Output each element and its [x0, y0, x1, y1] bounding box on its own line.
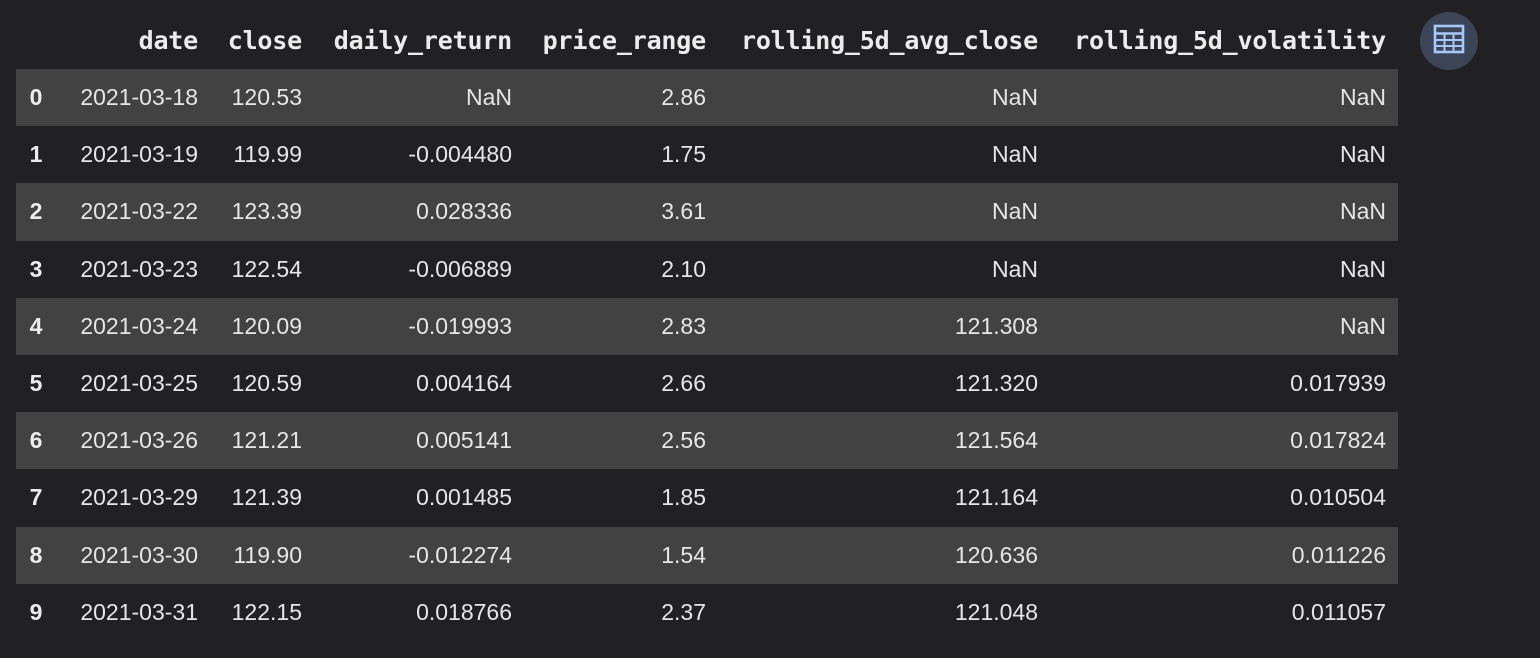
- cell-price-range: 2.66: [661, 370, 706, 397]
- cell-price-range: 1.75: [661, 141, 706, 168]
- cell-date: 2021-03-29: [80, 484, 198, 511]
- cell-rolling-5d-avg-close: 121.308: [954, 312, 1038, 339]
- cell-close: 122.15: [231, 598, 302, 625]
- cell-rolling-5d-volatility: NaN: [1339, 198, 1386, 225]
- cell-daily-return: 0.005141: [416, 427, 512, 454]
- cell-price-range: 1.54: [661, 541, 706, 568]
- cell-close: 123.39: [231, 198, 302, 225]
- table-grid-icon: [1432, 22, 1466, 61]
- cell-rolling-5d-volatility: 0.011226: [1291, 541, 1386, 568]
- cell-date: 2021-03-22: [80, 198, 198, 225]
- table-header: date close daily_return price_range roll…: [16, 12, 1398, 69]
- cell-rolling-5d-avg-close: NaN: [991, 198, 1038, 225]
- row-index: 3: [29, 255, 43, 282]
- row-index: 2: [29, 198, 43, 225]
- table-row: 0 2021-03-18 120.53 NaN 2.86 NaN NaN: [16, 69, 1398, 127]
- cell-rolling-5d-volatility: 0.011057: [1291, 598, 1386, 625]
- cell-close: 120.59: [231, 370, 302, 397]
- cell-close: 120.09: [231, 312, 302, 339]
- cell-rolling-5d-volatility: NaN: [1339, 312, 1386, 339]
- cell-daily-return: -0.006889: [408, 255, 512, 282]
- row-index: 6: [29, 427, 43, 454]
- cell-daily-return: -0.012274: [408, 541, 512, 568]
- cell-price-range: 2.10: [661, 255, 706, 282]
- cell-daily-return: 0.028336: [416, 198, 512, 225]
- cell-price-range: 2.83: [661, 312, 706, 339]
- cell-rolling-5d-avg-close: NaN: [991, 84, 1038, 111]
- index-header: [16, 12, 56, 69]
- table-row: 8 2021-03-30 119.90 -0.012274 1.54 120.636 0.0…: [16, 526, 1398, 584]
- table-view-button[interactable]: [1420, 12, 1478, 70]
- cell-daily-return: NaN: [465, 84, 512, 111]
- cell-rolling-5d-volatility: NaN: [1339, 84, 1386, 111]
- cell-daily-return: 0.018766: [416, 598, 512, 625]
- cell-rolling-5d-avg-close: 121.048: [954, 598, 1038, 625]
- row-index: 0: [29, 84, 43, 111]
- header-row: date close daily_return price_range roll…: [16, 12, 1398, 69]
- cell-price-range: 3.61: [661, 198, 706, 225]
- cell-date: 2021-03-18: [80, 84, 198, 111]
- cell-rolling-5d-avg-close: 121.320: [954, 370, 1038, 397]
- table-row: 9 2021-03-31 122.15 0.018766 2.37 121.048 0.01…: [16, 584, 1398, 641]
- cell-date: 2021-03-23: [80, 255, 198, 282]
- row-index: 4: [29, 312, 43, 339]
- cell-rolling-5d-avg-close: 120.636: [954, 541, 1038, 568]
- cell-date: 2021-03-25: [80, 370, 198, 397]
- cell-date: 2021-03-26: [80, 427, 198, 454]
- cell-daily-return: -0.019993: [408, 312, 512, 339]
- row-index: 5: [29, 370, 43, 397]
- cell-close: 119.99: [233, 141, 302, 168]
- table-body: 0 2021-03-18 120.53 NaN 2.86 NaN NaN 1 2021-03-1…: [16, 69, 1398, 641]
- table-row: 7 2021-03-29 121.39 0.001485 1.85 121.164 0.01…: [16, 469, 1398, 526]
- column-header-rolling-5d-volatility: rolling_5d_volatility: [1074, 26, 1386, 55]
- table-row: 5 2021-03-25 120.59 0.004164 2.66 121.320 0.01…: [16, 355, 1398, 412]
- table-row: 2 2021-03-22 123.39 0.028336 3.61 NaN NaN: [16, 183, 1398, 241]
- column-header-rolling-5d-avg-close: rolling_5d_avg_close: [740, 26, 1038, 55]
- cell-rolling-5d-avg-close: 121.564: [954, 427, 1038, 454]
- dataframe-table: date close daily_return price_range roll…: [16, 12, 1398, 641]
- cell-rolling-5d-volatility: 0.010504: [1290, 484, 1386, 511]
- cell-rolling-5d-volatility: NaN: [1339, 255, 1386, 282]
- cell-close: 120.53: [231, 84, 302, 111]
- cell-price-range: 1.85: [661, 484, 706, 511]
- table-row: 6 2021-03-26 121.21 0.005141 2.56 121.564 0.01…: [16, 412, 1398, 470]
- column-header-price-range: price_range: [542, 26, 707, 55]
- cell-close: 121.39: [231, 484, 302, 511]
- row-index: 1: [29, 141, 43, 168]
- row-index: 7: [29, 484, 43, 511]
- cell-rolling-5d-volatility: 0.017824: [1290, 427, 1386, 454]
- cell-close: 119.90: [233, 541, 302, 568]
- cell-close: 122.54: [231, 255, 302, 282]
- cell-rolling-5d-avg-close: NaN: [991, 141, 1038, 168]
- cell-rolling-5d-volatility: 0.017939: [1290, 370, 1386, 397]
- cell-date: 2021-03-30: [80, 541, 198, 568]
- cell-rolling-5d-avg-close: NaN: [991, 255, 1038, 282]
- cell-daily-return: 0.004164: [416, 370, 512, 397]
- cell-daily-return: 0.001485: [416, 484, 512, 511]
- cell-daily-return: -0.004480: [408, 141, 512, 168]
- cell-price-range: 2.56: [661, 427, 706, 454]
- cell-rolling-5d-volatility: NaN: [1339, 141, 1386, 168]
- column-header-date: date: [138, 26, 199, 55]
- row-index: 8: [29, 541, 43, 568]
- cell-rolling-5d-avg-close: 121.164: [954, 484, 1038, 511]
- cell-price-range: 2.37: [661, 598, 706, 625]
- column-header-close: close: [227, 26, 302, 55]
- table-row: 4 2021-03-24 120.09 -0.019993 2.83 121.308 NaN: [16, 297, 1398, 355]
- cell-close: 121.21: [231, 427, 302, 454]
- table-row: 3 2021-03-23 122.54 -0.006889 2.10 NaN NaN: [16, 241, 1398, 298]
- row-index: 9: [29, 598, 43, 625]
- column-header-daily-return: daily_return: [333, 26, 512, 55]
- table-row: 1 2021-03-19 119.99 -0.004480 1.75 NaN NaN: [16, 126, 1398, 183]
- cell-price-range: 2.86: [661, 84, 706, 111]
- cell-date: 2021-03-31: [80, 598, 198, 625]
- cell-date: 2021-03-24: [80, 312, 198, 339]
- cell-date: 2021-03-19: [80, 141, 198, 168]
